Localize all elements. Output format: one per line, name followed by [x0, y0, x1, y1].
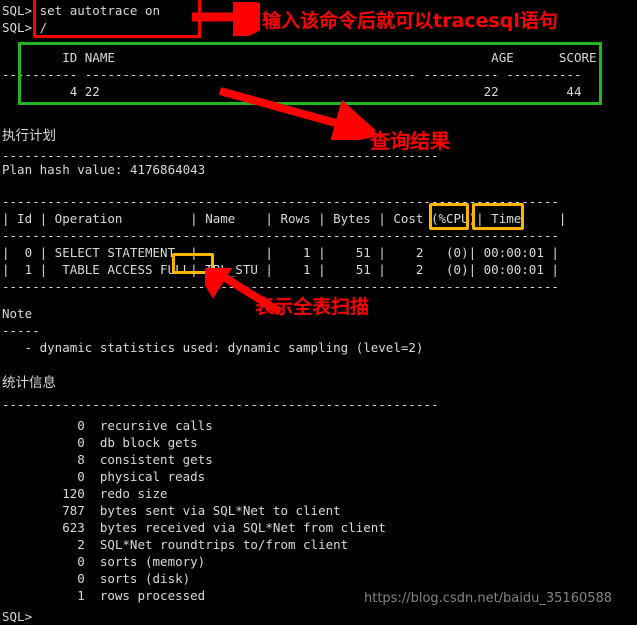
watermark-url: https://blog.csdn.net/baidu_35160588 [364, 591, 613, 606]
statistics-line: 0 physical reads [2, 469, 206, 484]
plan-hash-value: Plan hash value: 4176864043 [2, 162, 206, 177]
annotation-text-full-scan: 表示全表扫描 [255, 296, 370, 318]
statistics-line: 0 sorts (disk) [2, 571, 191, 586]
statistics-line: 787 bytes sent via SQL*Net to client [2, 503, 341, 518]
statistics-line: 0 db block gets [2, 435, 198, 450]
statistics-line: 2 SQL*Net roundtrips to/from client [2, 537, 349, 552]
result-data-row: 4 22 22 44 [2, 84, 582, 99]
annotation-text-command: 输入该命令后就可以tracesql语句 [262, 10, 558, 32]
execution-plan-title: 执行计划 [2, 128, 56, 144]
statistics-line: 0 recursive calls [2, 418, 213, 433]
plan-table-top-border: ----------------------------------------… [2, 194, 559, 209]
note-title: Note [2, 306, 33, 321]
statistics-title: 统计信息 [2, 375, 56, 391]
terminal-window: SQL> set autotrace on SQL> / ID NAME AGE… [0, 0, 637, 625]
plan-table-row-0: | 0 | SELECT STATEMENT | | 1 | 51 | 2 (0… [2, 245, 559, 260]
plan-table-row-1: | 1 | TABLE ACCESS FULL| TBL_STU | 1 | 5… [2, 262, 559, 277]
statistics-line: 623 bytes received via SQL*Net from clie… [2, 520, 386, 535]
terminal-final-prompt: SQL> [2, 609, 33, 624]
result-header-row: ID NAME AGE SCORE [2, 50, 597, 65]
result-header-divider: ---------- -----------------------------… [2, 67, 582, 82]
terminal-line-sql-command: SQL> set autotrace on [2, 3, 161, 18]
statistics-divider: ----------------------------------------… [2, 397, 439, 412]
plan-table-header: | Id | Operation | Name | Rows | Bytes |… [2, 211, 567, 226]
note-body: - dynamic statistics used: dynamic sampl… [2, 340, 424, 355]
plan-table-header-border: ----------------------------------------… [2, 228, 559, 243]
note-divider: ----- [2, 323, 40, 338]
annotation-text-query-result: 查询结果 [370, 129, 450, 153]
statistics-line: 8 consistent gets [2, 452, 213, 467]
statistics-line: 120 redo size [2, 486, 168, 501]
terminal-line-sql-slash: SQL> / [2, 20, 48, 35]
statistics-line: 1 rows processed [2, 588, 206, 603]
statistics-line: 0 sorts (memory) [2, 554, 206, 569]
